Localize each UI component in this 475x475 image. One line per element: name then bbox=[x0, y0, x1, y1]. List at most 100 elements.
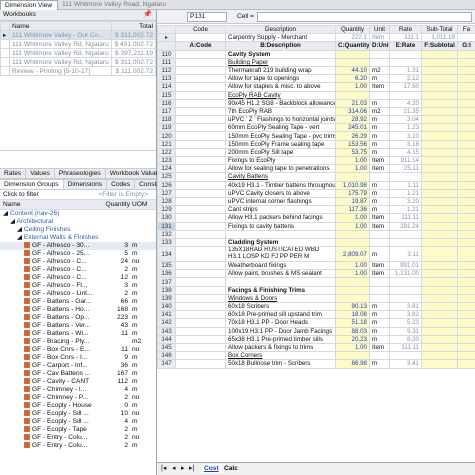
g-cell[interactable] bbox=[457, 172, 475, 182]
description-cell[interactable]: Cavity System bbox=[225, 49, 336, 59]
g-cell[interactable] bbox=[457, 155, 475, 166]
subtotal-cell[interactable] bbox=[421, 301, 458, 312]
subtotal-cell[interactable] bbox=[421, 65, 458, 76]
sheet-row[interactable]: 138 Facings & Finishing Trims bbox=[157, 285, 475, 295]
code-cell[interactable] bbox=[175, 310, 226, 320]
row-number[interactable]: 142 bbox=[157, 318, 176, 328]
rate-cell[interactable]: 9.31 bbox=[389, 326, 422, 336]
row-number[interactable]: 144 bbox=[157, 334, 176, 344]
tab-project[interactable]: 111 Whitmore Valley Road, Ngataru bbox=[58, 0, 208, 10]
table-row[interactable]: 111 Whitmore Valley Rd, Ngataru $ 431,002… bbox=[0, 39, 156, 49]
rate-cell[interactable] bbox=[389, 351, 422, 361]
subtotal-cell[interactable] bbox=[421, 277, 458, 287]
code-cell[interactable] bbox=[175, 49, 226, 59]
quantity-cell[interactable] bbox=[335, 229, 370, 239]
rate-cell[interactable]: 21.35 bbox=[389, 106, 422, 117]
sheet-row[interactable]: 122 200mm EcoPly Sill tape 53.75 m 4.15 bbox=[157, 147, 475, 158]
unit-cell[interactable] bbox=[369, 90, 390, 100]
g-cell[interactable] bbox=[457, 359, 475, 369]
g-cell[interactable] bbox=[457, 318, 475, 328]
rate-cell[interactable]: 1.21 bbox=[389, 188, 422, 198]
code-cell[interactable] bbox=[175, 293, 226, 304]
rate-cell[interactable] bbox=[389, 285, 422, 295]
sheet-row[interactable]: 134 135X18RAD RUSTICATED WBD H3.1 LOSP KD… bbox=[157, 246, 475, 263]
row-number[interactable]: 120 bbox=[157, 131, 176, 141]
quantity-cell[interactable] bbox=[335, 57, 370, 67]
top-row-unit[interactable]: Item bbox=[369, 33, 390, 43]
row-number[interactable]: 137 bbox=[157, 277, 176, 287]
tree-item[interactable]: GF - Battens - Ver... 43 m bbox=[0, 322, 156, 330]
g-cell[interactable] bbox=[457, 90, 475, 100]
rate-cell[interactable]: 17.50 bbox=[389, 82, 422, 92]
g-cell[interactable] bbox=[457, 229, 475, 239]
sheet-row[interactable]: 144 65x38 H3.1 Pre-primed timber sills 20.… bbox=[157, 334, 475, 344]
quantity-cell[interactable]: 53.75 bbox=[335, 147, 370, 158]
quantity-cell[interactable]: 175.79 bbox=[335, 188, 370, 198]
sheet-row[interactable]: 119 60mm EcoPly Sealing Tape - vert 245.01… bbox=[157, 123, 475, 133]
subtotal-cell[interactable] bbox=[421, 57, 458, 67]
tab-dimension-view[interactable]: Dimension View bbox=[0, 0, 58, 10]
cell-reference-box[interactable]: P131 bbox=[187, 12, 227, 22]
code-cell[interactable] bbox=[175, 131, 226, 141]
row-number[interactable]: 136 bbox=[157, 269, 176, 279]
rate-cell[interactable]: 3.20 bbox=[389, 196, 422, 207]
code-cell[interactable] bbox=[175, 164, 226, 174]
tree-item[interactable]: GF - Carport - Inf... 36 m bbox=[0, 362, 156, 370]
rate-cell[interactable] bbox=[389, 277, 422, 287]
sheet-row[interactable]: 127 uPVC Cavity closers to above 175.79 m 1.… bbox=[157, 188, 475, 198]
rate-cell[interactable]: 911.14 bbox=[389, 155, 422, 166]
last-sheet-icon[interactable]: ▸| bbox=[189, 464, 194, 472]
subtotal-cell[interactable] bbox=[421, 74, 458, 84]
description-cell[interactable]: 50x18 Bullnose trim - Scribers bbox=[225, 359, 336, 369]
rate-cell[interactable] bbox=[389, 90, 422, 100]
g-cell[interactable] bbox=[457, 213, 475, 223]
row-number[interactable]: 123 bbox=[157, 155, 176, 166]
rate-cell[interactable]: 1.31 bbox=[389, 65, 422, 76]
top-row-description[interactable]: Carpentry Supply - Merchant bbox=[225, 33, 336, 43]
subtotal-cell[interactable] bbox=[421, 172, 458, 182]
g-cell[interactable] bbox=[457, 301, 475, 312]
rate-cell[interactable]: 3.18 bbox=[389, 139, 422, 149]
quantity-cell[interactable]: 1.00 bbox=[335, 155, 370, 166]
subtotal-cell[interactable] bbox=[421, 326, 458, 336]
unit-cell[interactable] bbox=[369, 172, 390, 182]
quantity-cell[interactable]: 26.29 bbox=[335, 131, 370, 141]
quantity-cell[interactable]: 1.00 bbox=[335, 269, 370, 279]
unit-cell[interactable]: m2 bbox=[369, 65, 390, 76]
description-cell[interactable]: 90x45 H1.2 SG8 - Backblock allowance bbox=[225, 98, 336, 108]
code-cell[interactable] bbox=[175, 334, 226, 344]
g-cell[interactable] bbox=[457, 310, 475, 320]
row-number[interactable]: 124 bbox=[157, 164, 176, 174]
top-row-quantity[interactable]: 222.1 bbox=[335, 33, 370, 43]
row-number[interactable]: 143 bbox=[157, 326, 176, 336]
tree-item[interactable]: GF - Entry - Colu... 2 no bbox=[0, 434, 156, 442]
subtotal-cell[interactable] bbox=[421, 229, 458, 239]
description-cell[interactable]: 150mm EcoPly Sealing Tape - pvc trims bbox=[225, 131, 336, 141]
code-cell[interactable] bbox=[175, 65, 226, 76]
code-cell[interactable] bbox=[175, 318, 226, 328]
unit-cell[interactable]: m bbox=[369, 98, 390, 108]
rate-cell[interactable]: 1.21 bbox=[389, 205, 422, 215]
collapse-icon[interactable]: ◢ bbox=[3, 210, 10, 217]
g-cell[interactable] bbox=[457, 49, 475, 59]
tree-item[interactable]: GF - Battens - Gar... 66 m bbox=[0, 298, 156, 306]
g-cell[interactable] bbox=[457, 188, 475, 198]
col-header-rate[interactable]: E:Rate bbox=[389, 41, 422, 51]
pin-icon[interactable]: 📌 bbox=[143, 10, 152, 18]
unit-cell[interactable]: m bbox=[369, 147, 390, 158]
sheet-tab-calc[interactable]: Calc bbox=[221, 464, 241, 473]
rate-cell[interactable]: 991.01 bbox=[389, 261, 422, 271]
table-row[interactable]: 111 Whitmore Valley Rd, Ngataru $ 311,002… bbox=[0, 57, 156, 67]
rate-cell[interactable]: 1.23 bbox=[389, 123, 422, 133]
unit-cell[interactable]: m bbox=[369, 131, 390, 141]
tree-item[interactable]: GF - Entry - Colu... 2 m bbox=[0, 442, 156, 450]
code-cell[interactable] bbox=[175, 205, 226, 215]
quantity-cell[interactable]: 1.00 bbox=[335, 221, 370, 231]
sheet-row[interactable]: 125 Cavity Battens bbox=[157, 172, 475, 182]
unit-cell[interactable]: m bbox=[369, 301, 390, 312]
quantity-cell[interactable] bbox=[335, 49, 370, 59]
col-header-name[interactable]: Name bbox=[9, 21, 112, 31]
rate-cell[interactable]: 3.10 bbox=[389, 131, 422, 141]
sheet-row[interactable]: 123 Fixings to EcoPly 1.00 Item 911.14 bbox=[157, 155, 475, 166]
quantity-cell[interactable]: 28.92 bbox=[335, 115, 370, 125]
